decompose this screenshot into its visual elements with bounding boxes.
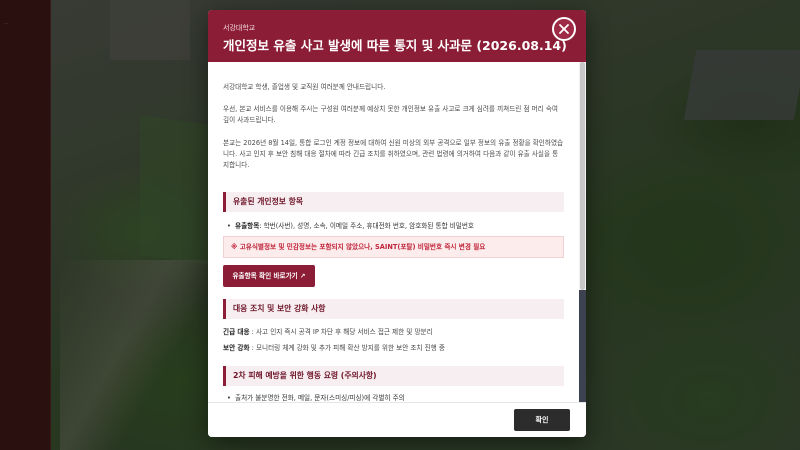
- confirm-button[interactable]: 확인: [514, 409, 570, 431]
- scrollbar-track-lower: [579, 290, 586, 402]
- bullet-dot: •: [227, 222, 231, 230]
- leaked-items-value: : 학번(사번), 성명, 소속, 이메일 주소, 휴대전화 번호, 암호화된 …: [259, 222, 474, 230]
- security-label: 보안 강화: [223, 344, 250, 352]
- scrollbar-thumb[interactable]: [580, 62, 585, 290]
- leaked-items-label: 유출항목: [235, 222, 260, 230]
- apology-text: 우선, 본교 서비스를 이용해 주시는 구성원 여러분께 예상치 못한 개인정보…: [223, 105, 558, 124]
- bullet-dot: •: [227, 394, 231, 402]
- emergency-value: : 사고 인지 즉시 공격 IP 차단 후 해당 서비스 접근 제한 및 망분리: [249, 328, 433, 336]
- close-icon: [559, 24, 569, 34]
- section-heading-leaked: 유출된 개인정보 항목: [223, 192, 564, 212]
- description-text: 본교는 2026년 8월 14일, 통합 로그인 계정 정보에 대하여 신원 미…: [223, 139, 564, 169]
- security-value: : 모니터링 체계 강화 및 추가 피해 확산 방지를 위한 보안 조치 진행 …: [249, 344, 445, 352]
- intro-text: 서강대학교 학생, 졸업생 및 교직원 여러분께 안내드립니다.: [223, 83, 386, 91]
- prevention-bullet: • 출처가 불분명한 전화, 메일, 문자(스미싱/피싱)에 각별히 주의: [227, 393, 563, 402]
- modal-footer: 확인: [208, 402, 586, 437]
- leaked-items-bullet: • 유출항목: 학번(사번), 성명, 소속, 이메일 주소, 휴대전화 번호, …: [227, 221, 563, 231]
- emergency-response-line: 긴급 대응 : 사고 인지 즉시 공격 IP 차단 후 해당 서비스 접근 제한…: [223, 327, 564, 337]
- section-heading-prevention: 2차 피해 예방을 위한 행동 요령 (주의사항): [223, 366, 564, 386]
- notice-modal: 서강대학교 개인정보 유출 사고 발생에 따른 통지 및 사과문 (2026.0…: [208, 10, 586, 437]
- modal-org-label: 서강대학교: [223, 24, 256, 32]
- password-change-notice: ※ 고유식별정보 및 민감정보는 포함되지 않았으나, SAINT(포탈) 비밀…: [223, 236, 564, 258]
- security-enhancement-line: 보안 강화 : 모니터링 체계 강화 및 추가 피해 확산 방지를 위한 보안 …: [223, 343, 564, 353]
- modal-header: 서강대학교 개인정보 유출 사고 발생에 따른 통지 및 사과문 (2026.0…: [208, 10, 586, 62]
- section-heading-response: 대응 조치 및 보안 강화 사항: [223, 299, 564, 319]
- modal-title: 개인정보 유출 사고 발생에 따른 통지 및 사과문 (2026.08.14): [223, 38, 567, 53]
- emergency-label: 긴급 대응: [223, 328, 250, 336]
- prevention-item: 출처가 불분명한 전화, 메일, 문자(스미싱/피싱)에 각별히 주의: [235, 394, 405, 402]
- check-leaked-items-button[interactable]: 유출항목 확인 바로가기 ↗: [223, 265, 315, 287]
- modal-body[interactable]: 서강대학교 학생, 졸업생 및 교직원 여러분께 안내드립니다. 우선, 본교 …: [208, 62, 586, 402]
- close-button[interactable]: [552, 17, 576, 41]
